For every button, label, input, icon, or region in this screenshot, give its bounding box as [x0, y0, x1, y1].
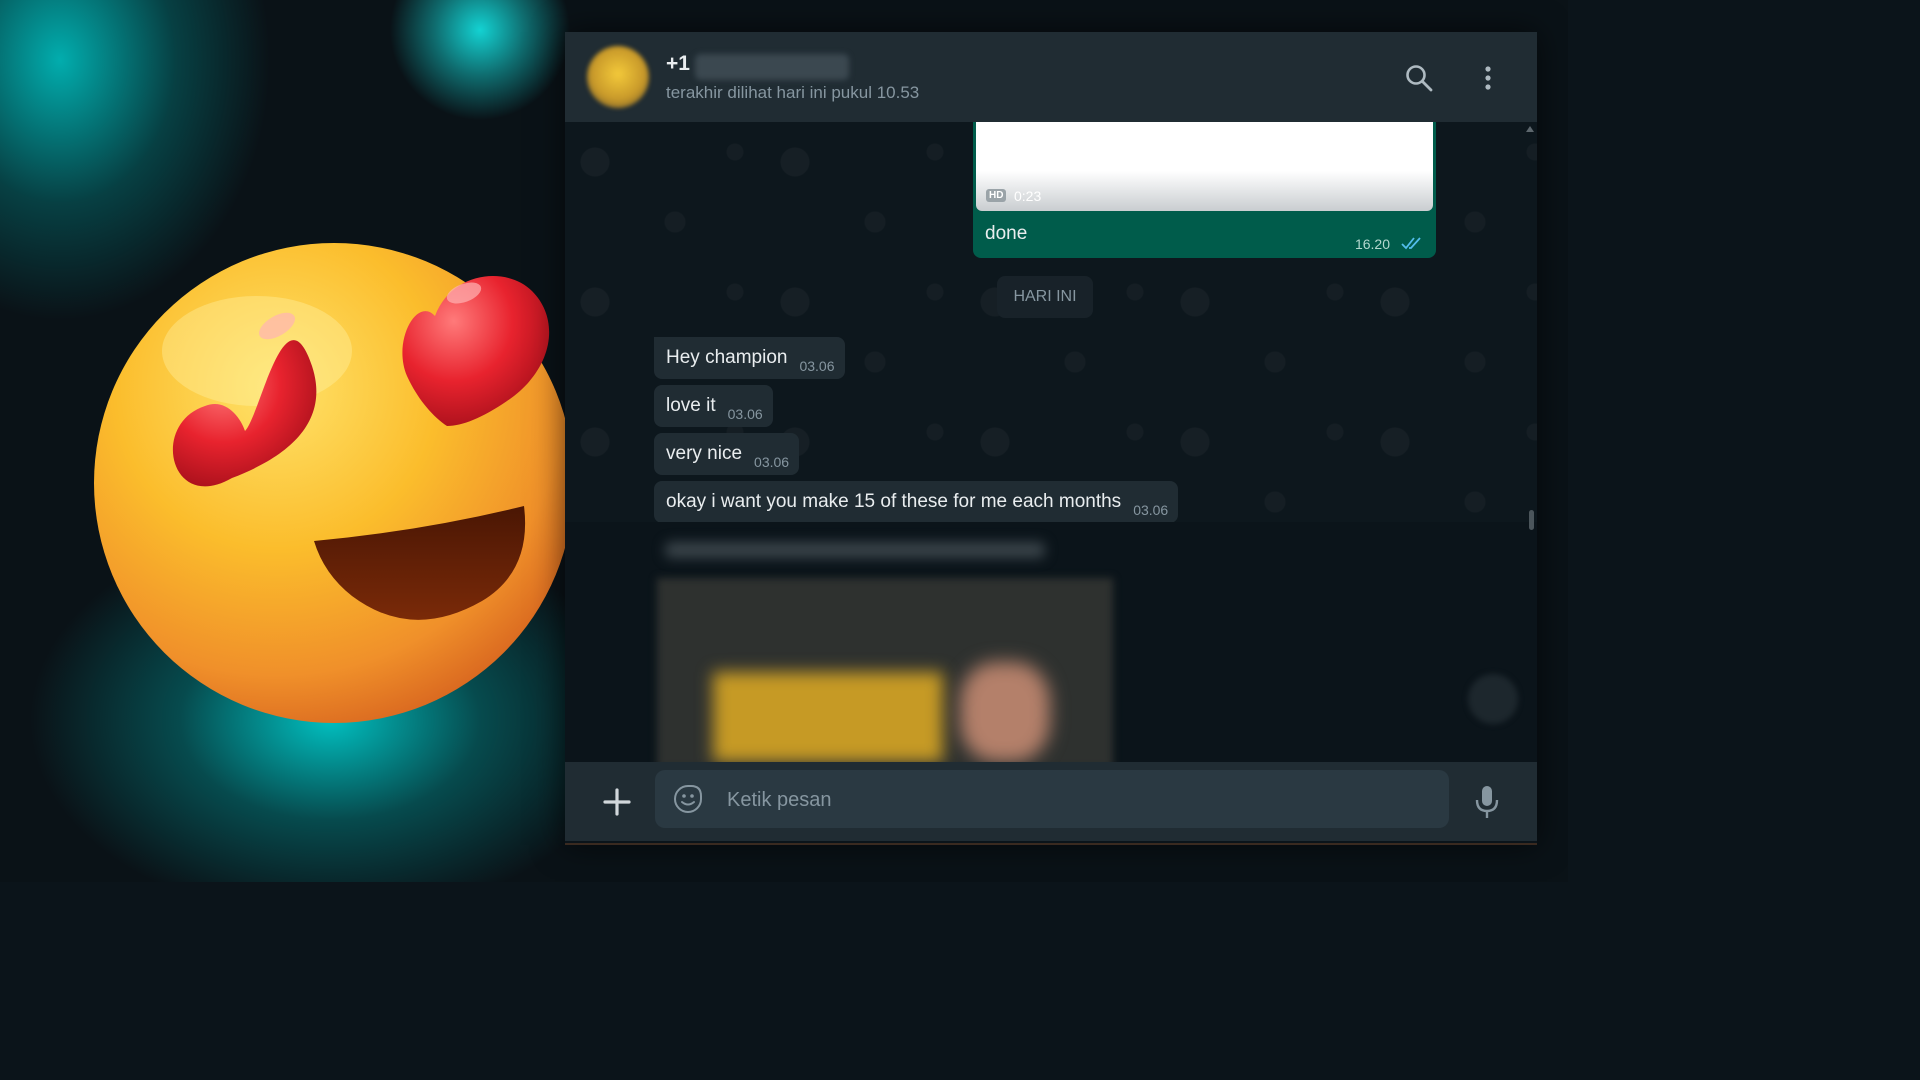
hd-badge: HD: [986, 189, 1007, 202]
scrollbar-thumb[interactable]: [1529, 510, 1534, 530]
message-box[interactable]: [655, 770, 1449, 830]
blurred-messages: [565, 522, 1537, 762]
message-time: 03.06: [1133, 502, 1169, 518]
last-seen-status: terakhir dilihat hari ini pukul 10.53: [666, 83, 920, 102]
blurred-text: [665, 542, 1045, 558]
blurred-media-thumbnail: [713, 672, 943, 762]
scroll-up-arrow-icon[interactable]: [1526, 126, 1534, 132]
incoming-message[interactable]: very nice 03.06: [654, 433, 800, 475]
stage: +1 terakhir dilihat hari ini pukul 10.53…: [0, 0, 1568, 882]
message-text: Hey champion: [666, 347, 788, 368]
message-text: okay i want you make 15 of these for me …: [666, 491, 1122, 512]
message-list[interactable]: HD 0:23 done 16.20 HARI INI Hey champion…: [565, 122, 1537, 762]
composer-bar: [565, 762, 1537, 841]
chat-header[interactable]: +1 terakhir dilihat hari ini pukul 10.53: [565, 32, 1537, 122]
incoming-message[interactable]: Hey champion 03.06: [654, 337, 845, 379]
video-duration: 0:23: [1014, 188, 1042, 204]
scroll-down-button[interactable]: [1468, 674, 1518, 724]
outgoing-video-message[interactable]: HD 0:23 done 16.20: [973, 122, 1436, 258]
blurred-phone-number: [695, 54, 849, 80]
message-input[interactable]: [725, 770, 1429, 830]
contact-name[interactable]: +1: [666, 52, 690, 76]
chat-window: +1 terakhir dilihat hari ini pukul 10.53…: [565, 32, 1537, 845]
read-receipt-icon: [1401, 237, 1421, 250]
video-thumbnail[interactable]: HD 0:23: [976, 122, 1433, 211]
incoming-message[interactable]: okay i want you make 15 of these for me …: [654, 481, 1179, 523]
contact-avatar[interactable]: [587, 46, 649, 108]
menu-dots-icon[interactable]: [1472, 62, 1504, 94]
message-time: 03.06: [727, 406, 763, 422]
message-time: 03.06: [799, 358, 835, 374]
message-text: very nice: [666, 443, 743, 464]
incoming-message[interactable]: love it 03.06: [654, 385, 773, 427]
search-icon[interactable]: [1403, 62, 1435, 94]
sticker-icon[interactable]: [673, 784, 703, 814]
heart-eyes-emoji-icon: [94, 243, 574, 723]
blurred-media-thumbnail: [960, 662, 1050, 762]
plus-icon[interactable]: [599, 784, 635, 820]
outgoing-message-time: 16.20: [1354, 236, 1390, 252]
mic-icon[interactable]: [1471, 784, 1503, 820]
message-text: love it: [666, 395, 716, 416]
date-divider: HARI INI: [997, 276, 1093, 318]
message-time: 03.06: [754, 454, 790, 470]
outgoing-message-text: done: [985, 223, 1028, 244]
